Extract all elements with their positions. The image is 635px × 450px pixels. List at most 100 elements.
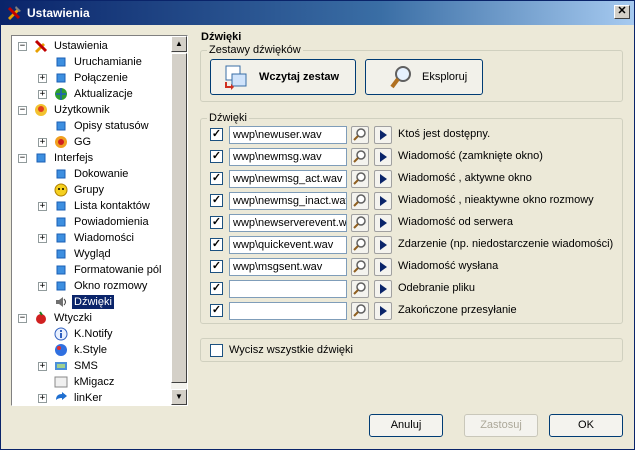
tree-item[interactable]: Grupy	[12, 182, 172, 198]
play-sound-button[interactable]	[374, 258, 392, 276]
tree-item[interactable]: − Wtyczki	[12, 310, 172, 326]
play-sound-button[interactable]	[374, 236, 392, 254]
tree-item[interactable]: Uruchamianie	[12, 54, 172, 70]
play-sound-button[interactable]	[374, 126, 392, 144]
expand-icon[interactable]: +	[38, 362, 47, 371]
play-sound-button[interactable]	[374, 302, 392, 320]
sound-file-input[interactable]: wwp\quickevent.wav	[229, 236, 347, 254]
title-bar[interactable]: Ustawienia ✕	[1, 1, 634, 25]
expand-icon[interactable]: +	[38, 138, 47, 147]
play-sound-button[interactable]	[374, 280, 392, 298]
play-sound-button[interactable]	[374, 214, 392, 232]
browse-sound-button[interactable]	[351, 126, 369, 144]
tree-item[interactable]: + Wiadomości	[12, 230, 172, 246]
collapse-icon[interactable]: −	[18, 106, 27, 115]
tree-item[interactable]: + SMS	[12, 358, 172, 374]
scroll-up-button[interactable]: ▲	[171, 36, 187, 52]
mute-all-label: Wycisz wszystkie dźwięki	[229, 344, 353, 356]
sound-file-input[interactable]: wwp\msgsent.wav	[229, 258, 347, 276]
play-icon	[380, 306, 387, 316]
sound-enabled-checkbox[interactable]: ✓	[210, 304, 223, 317]
expand-icon[interactable]: +	[38, 74, 47, 83]
tree-item[interactable]: + linKer	[12, 390, 172, 405]
magnifier-icon	[353, 282, 366, 295]
ok-button[interactable]: OK	[549, 414, 623, 437]
browse-sound-button[interactable]	[351, 258, 369, 276]
collapse-icon[interactable]: −	[18, 154, 27, 163]
play-icon	[380, 262, 387, 272]
sound-enabled-checkbox[interactable]: ✓	[210, 282, 223, 295]
sound-enabled-checkbox[interactable]: ✓	[210, 216, 223, 229]
sound-enabled-checkbox[interactable]: ✓	[210, 238, 223, 251]
sound-file-input[interactable]: wwp\newmsg_act.wav	[229, 170, 347, 188]
mute-all-checkbox[interactable]	[210, 344, 223, 357]
tree-item[interactable]: + Połączenie	[12, 70, 172, 86]
play-sound-button[interactable]	[374, 170, 392, 188]
tree-item[interactable]: + Lista kontaktów	[12, 198, 172, 214]
browse-sound-button[interactable]	[351, 236, 369, 254]
collapse-icon[interactable]: −	[18, 42, 27, 51]
expand-icon[interactable]: +	[38, 202, 47, 211]
explore-button[interactable]: Eksploruj	[365, 59, 483, 95]
expand-icon[interactable]: +	[38, 394, 47, 403]
globe-icon	[55, 88, 67, 100]
tree-item[interactable]: Wygląd	[12, 246, 172, 262]
sound-event-label: Wiadomość , aktywne okno	[398, 172, 532, 184]
blink-icon	[54, 376, 68, 388]
magnifier-icon	[390, 66, 411, 89]
tree-item[interactable]: k.Style	[12, 342, 172, 358]
sound-file-input[interactable]	[229, 302, 347, 320]
close-button[interactable]: ✕	[614, 5, 630, 19]
tree-scrollbar[interactable]: ▲ ▼	[171, 36, 187, 405]
expand-icon[interactable]: +	[38, 90, 47, 99]
sound-file-input[interactable]: wwp\newuser.wav	[229, 126, 347, 144]
sound-file-input[interactable]: wwp\newserverevent.wav	[229, 214, 347, 232]
sound-file-input[interactable]: wwp\newmsg.wav	[229, 148, 347, 166]
apply-button[interactable]: Zastosuj	[464, 414, 538, 437]
sound-file-input[interactable]	[229, 280, 347, 298]
blue-square-icon	[56, 249, 66, 259]
play-icon	[380, 284, 387, 294]
tree-item[interactable]: − Interfejs	[12, 150, 172, 166]
tree-item[interactable]: Formatowanie pól	[12, 262, 172, 278]
browse-sound-button[interactable]	[351, 192, 369, 210]
browse-sound-button[interactable]	[351, 280, 369, 298]
tree-item[interactable]: − Ustawienia	[12, 38, 172, 54]
browse-sound-button[interactable]	[351, 148, 369, 166]
tree-item[interactable]: Powiadomienia	[12, 214, 172, 230]
blue-square-icon	[36, 153, 46, 163]
tree-item[interactable]: + Okno rozmowy	[12, 278, 172, 294]
load-set-button[interactable]: Wczytaj zestaw	[210, 59, 356, 95]
blue-square-icon	[56, 217, 66, 227]
browse-sound-button[interactable]	[351, 170, 369, 188]
browse-sound-button[interactable]	[351, 214, 369, 232]
scroll-down-button[interactable]: ▼	[171, 389, 187, 405]
scroll-thumb[interactable]	[171, 53, 187, 383]
collapse-icon[interactable]: −	[18, 314, 27, 323]
play-sound-button[interactable]	[374, 192, 392, 210]
expand-icon[interactable]: +	[38, 282, 47, 291]
sound-file-input[interactable]: wwp\newmsg_inact.wav	[229, 192, 347, 210]
tree-item[interactable]: Dokowanie	[12, 166, 172, 182]
play-icon	[380, 130, 387, 140]
tree-item[interactable]: kMigacz	[12, 374, 172, 390]
tree-item[interactable]: K.Notify	[12, 326, 172, 342]
play-sound-button[interactable]	[374, 148, 392, 166]
magnifier-icon	[353, 238, 366, 251]
sound-enabled-checkbox[interactable]: ✓	[210, 150, 223, 163]
link-icon	[56, 392, 67, 400]
tree-item[interactable]: − Użytkownik	[12, 102, 172, 118]
tree-item[interactable]: + GG	[12, 134, 172, 150]
flower-icon	[55, 136, 67, 148]
tree-item[interactable]: Opisy statusów	[12, 118, 172, 134]
sound-enabled-checkbox[interactable]: ✓	[210, 128, 223, 141]
tree-item[interactable]: + Aktualizacje	[12, 86, 172, 102]
sound-enabled-checkbox[interactable]: ✓	[210, 260, 223, 273]
sound-enabled-checkbox[interactable]: ✓	[210, 172, 223, 185]
expand-icon[interactable]: +	[38, 234, 47, 243]
tree-item[interactable]: Dźwięki	[12, 294, 172, 310]
cancel-button[interactable]: Anuluj	[369, 414, 443, 437]
sound-enabled-checkbox[interactable]: ✓	[210, 194, 223, 207]
magnifier-icon	[353, 128, 366, 141]
browse-sound-button[interactable]	[351, 302, 369, 320]
